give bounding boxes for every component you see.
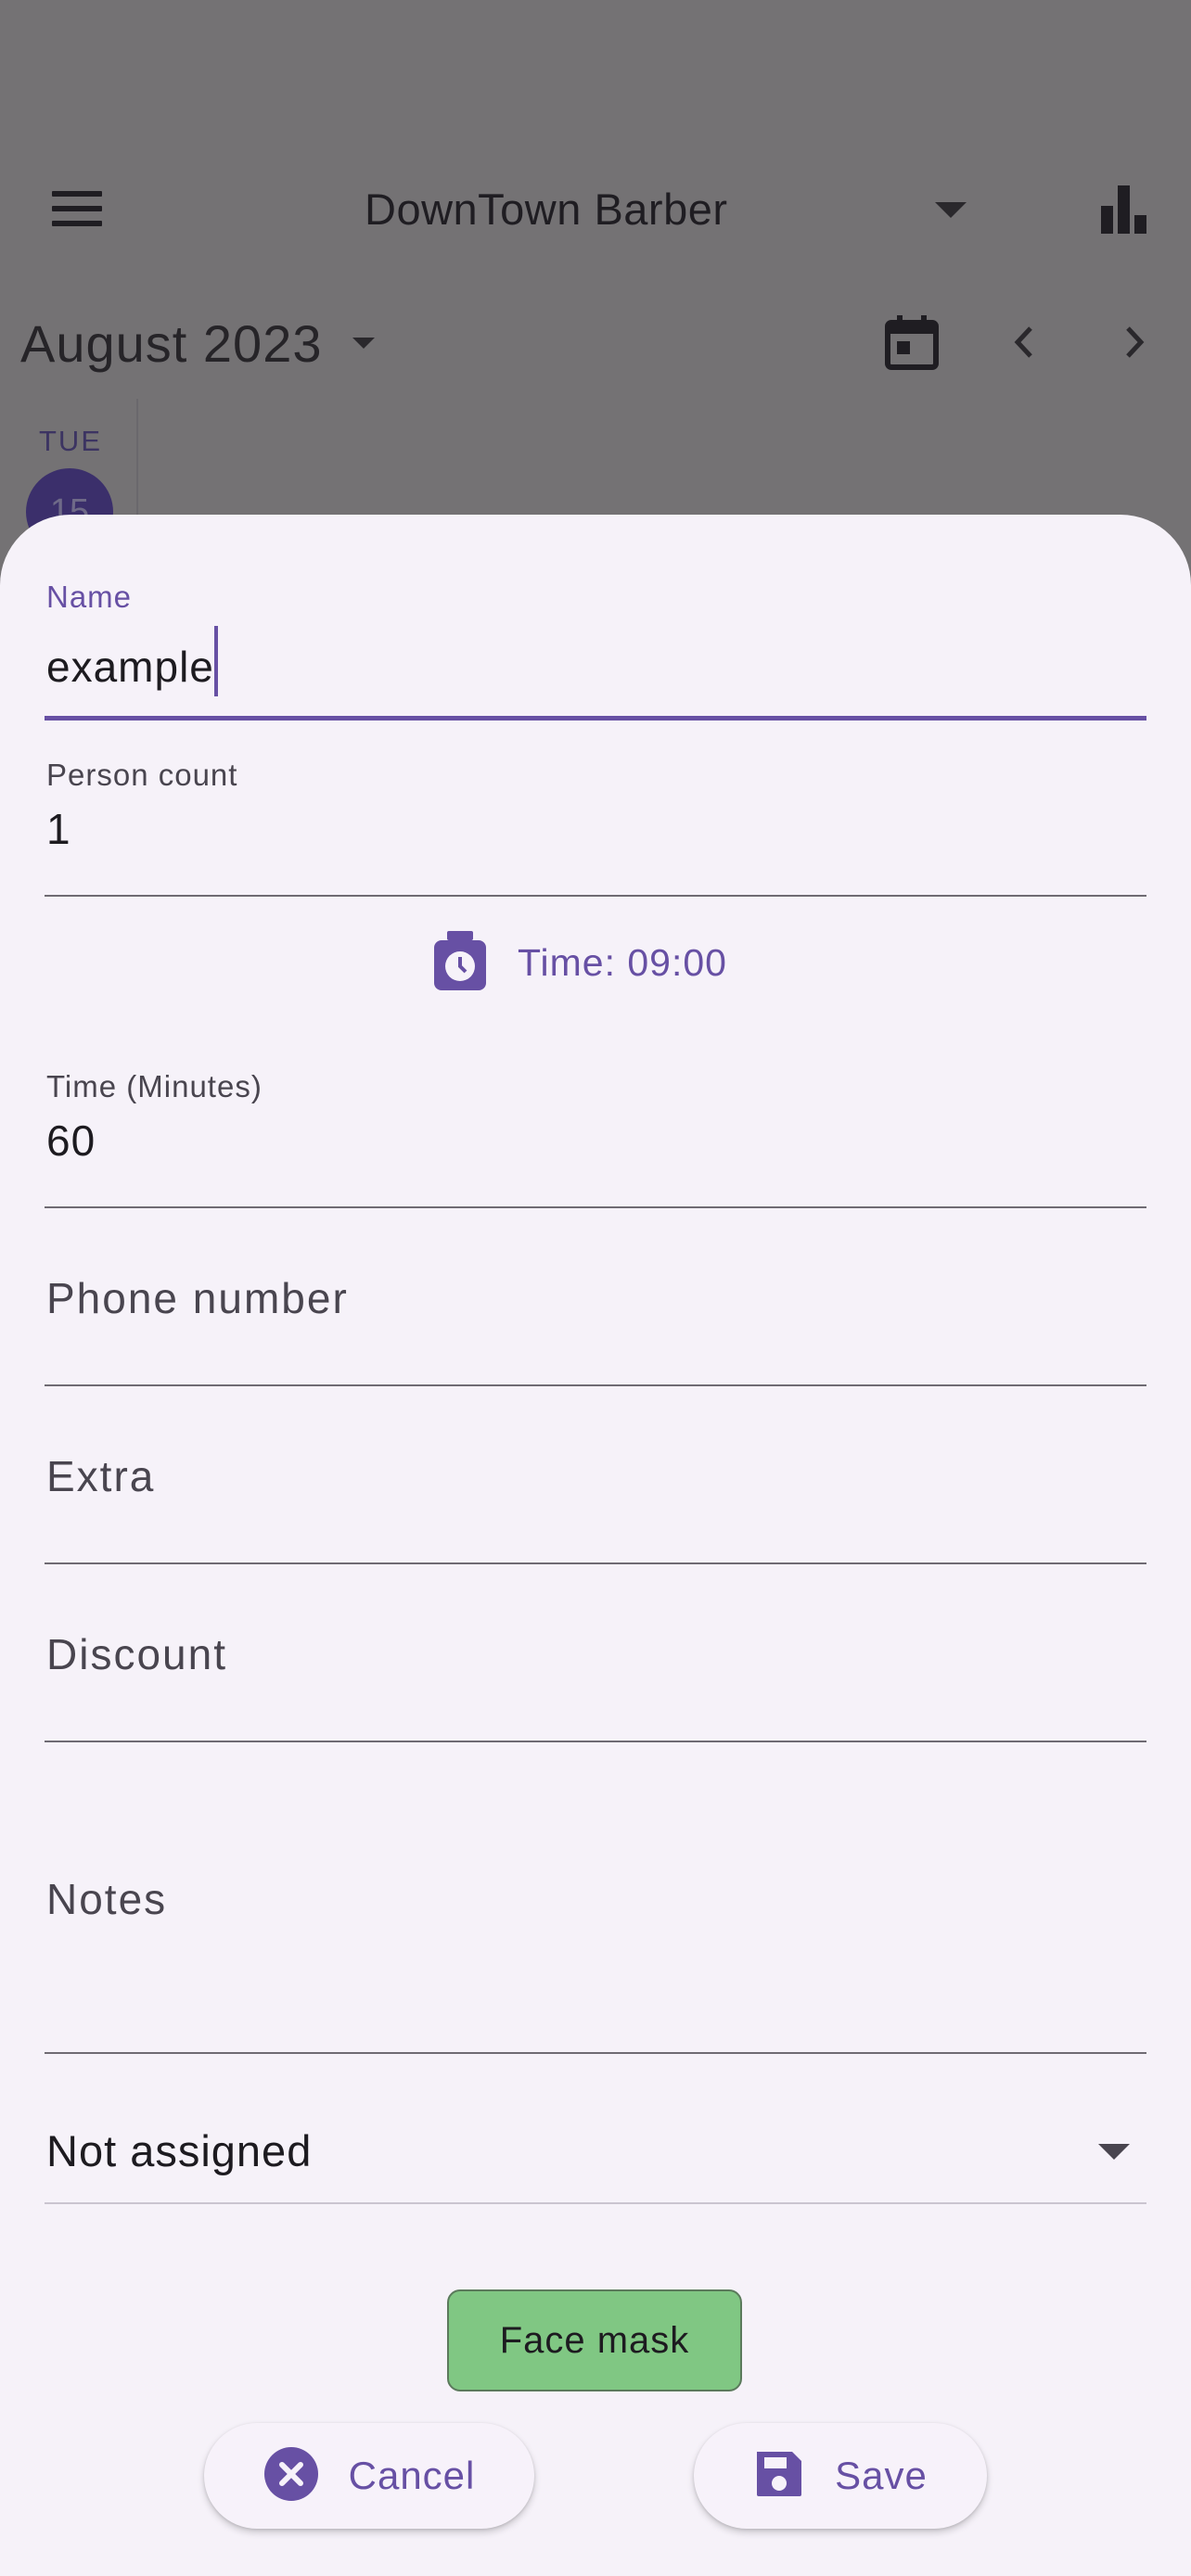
timer-icon — [432, 930, 488, 995]
month-label[interactable]: August 2023 — [20, 313, 322, 374]
name-label: Name — [46, 580, 133, 614]
notes-placeholder: Notes — [46, 1875, 168, 1923]
chevron-left-icon[interactable] — [1005, 323, 1044, 362]
cancel-button[interactable]: Cancel — [204, 2423, 534, 2529]
assignee-underline — [45, 2202, 1146, 2204]
extra-placeholder: Extra — [46, 1452, 156, 1500]
save-icon — [753, 2448, 805, 2505]
chevron-right-icon[interactable] — [1115, 323, 1154, 362]
calendar-icon[interactable] — [884, 313, 940, 371]
dropdown-arrow-icon — [1098, 2144, 1130, 2160]
extra-field[interactable]: Extra — [45, 1405, 1146, 1564]
person-count-value[interactable]: 1 — [46, 804, 71, 854]
person-count-label: Person count — [46, 758, 238, 792]
month-dropdown-icon[interactable] — [352, 338, 375, 349]
notes-underline — [45, 2052, 1146, 2054]
discount-field[interactable]: Discount — [45, 1583, 1146, 1742]
menu-icon[interactable] — [52, 191, 102, 228]
month-navigation: August 2023 — [0, 297, 1191, 389]
duration-value[interactable]: 60 — [46, 1116, 96, 1166]
duration-underline — [45, 1206, 1146, 1208]
app-bar: DownTown Barber — [0, 158, 1191, 261]
save-button[interactable]: Save — [694, 2423, 987, 2529]
name-field[interactable]: Name example — [45, 580, 1146, 721]
save-label: Save — [835, 2454, 928, 2497]
phone-field[interactable]: Phone number — [45, 1227, 1146, 1386]
name-underline — [45, 716, 1146, 721]
bar-chart-icon[interactable] — [1101, 185, 1147, 234]
appointment-sheet: Name example Person count 1 Time: 09:00 … — [0, 515, 1191, 2576]
assignee-value: Not assigned — [46, 2126, 313, 2175]
cancel-label: Cancel — [348, 2454, 476, 2497]
person-count-underline — [45, 895, 1146, 897]
day-name: TUE — [39, 425, 102, 457]
text-cursor — [213, 626, 218, 696]
notes-field[interactable]: Notes — [45, 1763, 1146, 2054]
person-count-field[interactable]: Person count 1 — [45, 758, 1146, 897]
shop-selector-title[interactable]: DownTown Barber — [365, 184, 728, 235]
name-input[interactable]: example — [46, 626, 218, 696]
cancel-icon — [263, 2446, 319, 2506]
duration-label: Time (Minutes) — [46, 1069, 263, 1103]
day-divider — [136, 399, 138, 529]
time-picker-button[interactable]: Time: 09:00 — [432, 930, 727, 995]
name-value: example — [46, 643, 214, 691]
phone-underline — [45, 1384, 1146, 1386]
phone-placeholder: Phone number — [46, 1274, 349, 1322]
time-button-label: Time: 09:00 — [518, 940, 727, 984]
assignee-dropdown[interactable]: Not assigned — [45, 2105, 1146, 2204]
discount-underline — [45, 1741, 1146, 1742]
face-mask-chip[interactable]: Face mask — [447, 2289, 742, 2391]
chevron-down-icon[interactable] — [935, 202, 967, 218]
extra-underline — [45, 1562, 1146, 1564]
duration-field[interactable]: Time (Minutes) 60 — [45, 1069, 1146, 1208]
discount-placeholder: Discount — [46, 1630, 227, 1678]
